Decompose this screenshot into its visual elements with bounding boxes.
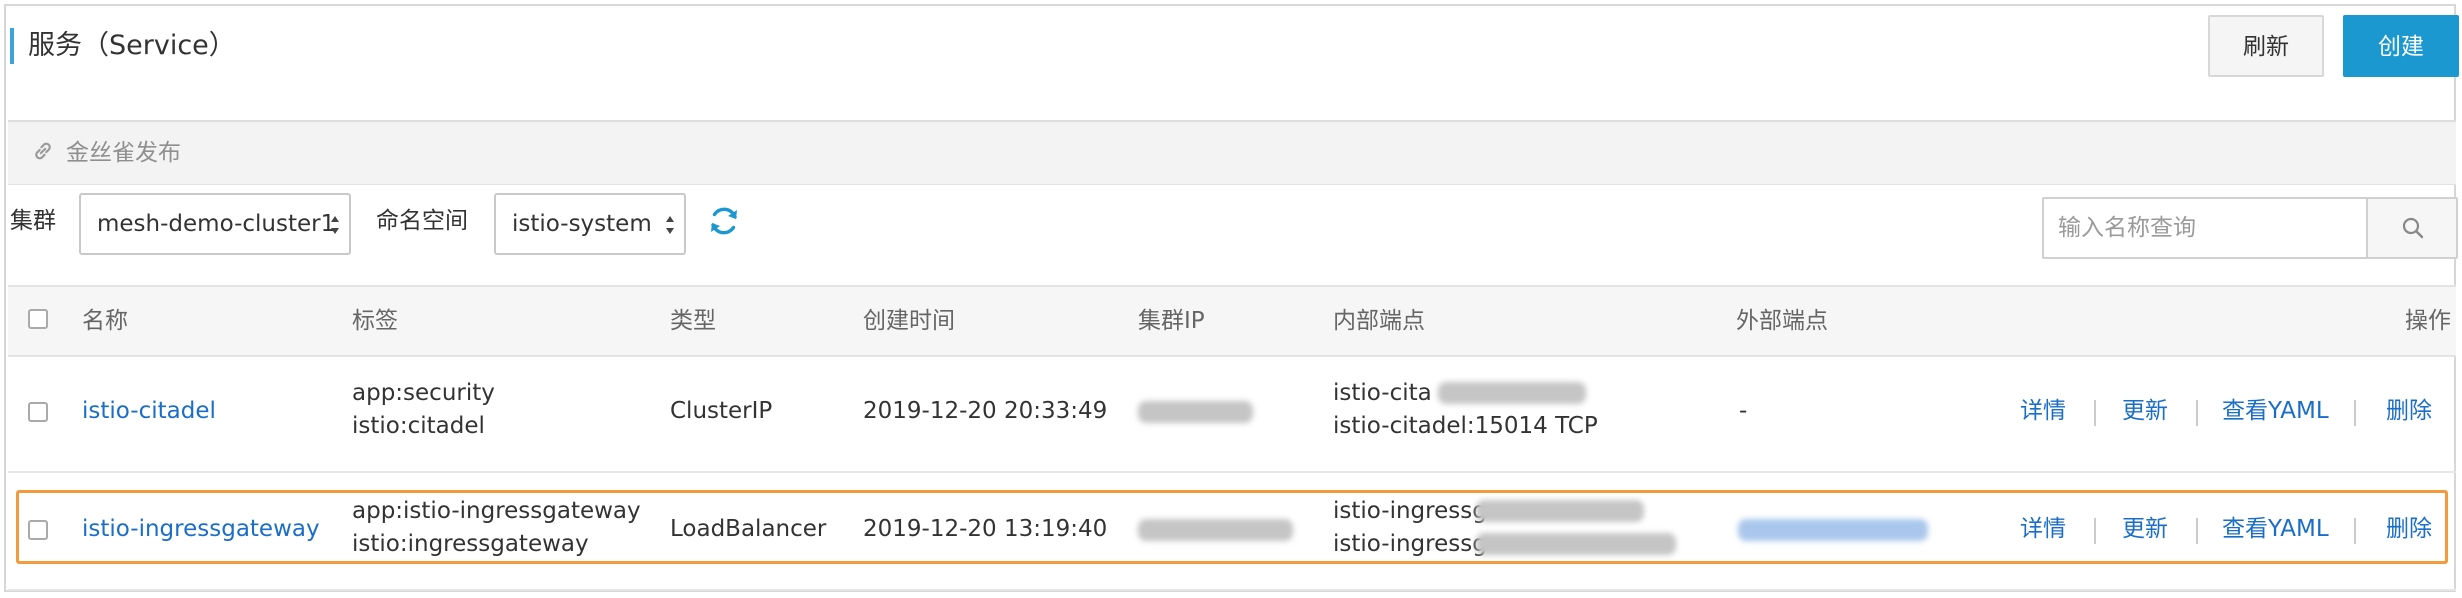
column-header-actions: 操作 [2405,308,2451,334]
row-checkbox[interactable] [28,402,48,422]
page-title: 服务（Service） [28,30,236,61]
internal-endpoint-redacted [1438,382,1586,404]
highlighted-row-outline [16,490,2448,564]
create-button[interactable]: 创建 [2343,15,2459,77]
label-tag: istio:citadel [352,413,485,439]
action-divider [2094,400,2096,426]
label-tag: app:security [352,380,495,406]
external-endpoint: - [1739,398,1748,424]
link-icon [35,142,51,160]
cluster-select[interactable]: mesh-demo-cluster1 [79,193,351,255]
search-box [2042,197,2458,259]
select-all-checkbox[interactable] [28,309,48,329]
column-header-name: 名称 [82,308,128,334]
view-yaml-link[interactable]: 查看YAML [2222,395,2329,428]
namespace-label: 命名空间 [376,208,468,234]
created-time: 2019-12-20 20:33:49 [863,398,1108,424]
column-header-type: 类型 [670,308,716,334]
table-header: 名称 标签 类型 创建时间 集群IP 内部端点 外部端点 操作 [8,285,2456,357]
service-type: ClusterIP [670,398,773,424]
delete-link[interactable]: 删除 [2386,395,2432,428]
column-header-internal-endpoint: 内部端点 [1333,308,1425,334]
action-divider [2354,400,2356,426]
column-header-external-endpoint: 外部端点 [1736,308,1828,334]
namespace-select[interactable]: istio-system [494,193,686,255]
update-link[interactable]: 更新 [2122,395,2168,428]
select-arrows-icon [666,216,674,234]
cluster-label: 集群 [10,208,56,234]
internal-endpoint: istio-citadel:15014 TCP [1333,413,1598,439]
table-row: istio-citadel app:security istio:citadel… [8,355,2456,473]
search-button[interactable] [2366,199,2456,257]
canary-release-label: 金丝雀发布 [66,140,181,166]
title-accent-bar [10,28,14,64]
search-input[interactable] [2044,199,2366,257]
canary-release-bar[interactable]: 金丝雀发布 [8,122,2456,185]
internal-endpoint: istio-cita [1333,380,1432,406]
action-divider [2196,400,2198,426]
detail-link[interactable]: 详情 [2020,395,2066,428]
cluster-select-value: mesh-demo-cluster1 [97,211,336,237]
column-header-cluster-ip: 集群IP [1138,308,1205,334]
refresh-button[interactable]: 刷新 [2208,15,2324,77]
namespace-select-value: istio-system [512,211,652,237]
column-header-labels: 标签 [352,308,398,334]
column-header-created: 创建时间 [863,308,955,334]
cluster-ip-redacted [1138,401,1253,423]
refresh-icon[interactable] [706,203,742,239]
search-icon [2402,217,2424,239]
service-name-link[interactable]: istio-citadel [82,395,216,428]
select-arrows-icon [331,216,339,234]
